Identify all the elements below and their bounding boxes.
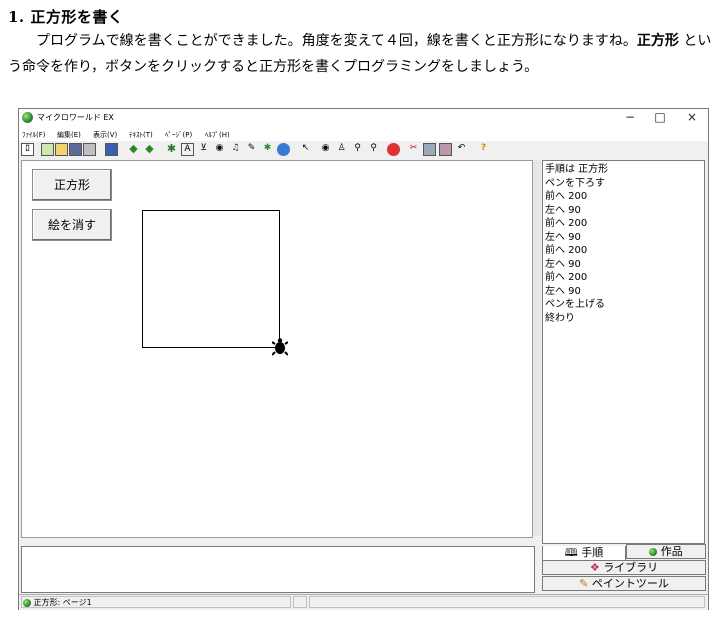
menu-page[interactable]: ﾍﾟｰｼﾞ(P) [165,130,192,140]
brush-icon: ✎ [579,577,589,590]
tab-library[interactable]: ❖ ライブラリ [542,560,706,575]
tab-paint-tool-label: ペイントツール [591,577,669,590]
procedure-line: 左へ 90 [545,204,581,216]
forward-icon[interactable]: ◆ [143,143,156,156]
globe-icon[interactable] [277,143,290,156]
status-bar: 正方形: ページ1 [19,594,708,610]
status-icon [23,598,31,607]
status-segment [293,596,307,608]
procedure-line: 前へ 200 [545,218,588,229]
doc-title: 1. 正方形を書く [8,8,124,26]
square-button[interactable]: 正方形 [32,169,112,201]
maximize-button[interactable]: □ [647,109,673,126]
slider-icon[interactable]: ⊻ [197,143,210,156]
app-window: マイクロワールド EX − □ × ﾌｧｲﾙ(F) 編集(E) 表示(V) ﾃｷ… [18,108,709,610]
works-icon [649,548,658,556]
procedure-line: 前へ 200 [545,272,588,283]
doc-paragraph: プログラムで線を書くことができました。角度を変えて４回，線を書くと正方形になりま… [8,28,720,80]
print-icon[interactable] [83,143,96,156]
eye-tool-icon[interactable]: ◉ [319,143,332,156]
cut-icon[interactable]: ✂ [407,143,420,156]
stop-icon[interactable] [387,143,400,156]
title-bar: マイクロワールド EX − □ × [19,109,708,126]
procedure-line: 前へ 200 [545,245,588,256]
menu-bar: ﾌｧｲﾙ(F) 編集(E) 表示(V) ﾃｷｽﾄ(T) ﾍﾟｰｼﾞ(P) ﾍﾙﾌ… [19,126,708,141]
menu-text[interactable]: ﾃｷｽﾄ(T) [129,130,153,140]
procedure-line: ペンを下ろす [545,177,605,189]
tab-procedures[interactable]: 🕮 手順 [542,546,626,561]
turtle-canvas[interactable]: 正方形 絵を消す [21,160,533,538]
toolbar: ﾛ ◆ ◆ ✱ A ⊻ ◉ ♫ ✎ ✱ ↖ ◉ ♙ ⚲ ⚲ ✂ ↶ ? [19,142,708,158]
status-segment [309,596,705,608]
undo-icon[interactable]: ↶ [455,143,468,156]
tab-procedures-label: 手順 [581,546,604,559]
status-page-segment: 正方形: ページ1 [21,596,291,608]
zoom-in-icon[interactable]: ⚲ [351,143,364,156]
open-icon[interactable] [55,143,68,156]
pointer-icon[interactable]: ↖ [299,143,312,156]
procedure-line: 左へ 90 [545,231,581,243]
procedure-line: ペンを上げる [545,299,605,310]
paint-icon[interactable]: ✎ [245,143,258,156]
shape-icon[interactable]: ✱ [261,143,274,156]
menu-edit[interactable]: 編集(E) [57,130,81,140]
new-icon[interactable] [41,143,54,156]
paste-icon[interactable] [439,143,452,156]
info-icon[interactable] [105,143,118,156]
tab-library-label: ライブラリ [603,561,659,574]
back-icon[interactable]: ◆ [127,143,140,156]
drawn-square [142,210,280,348]
tab-paint-tool[interactable]: ✎ ペイントツール [542,576,706,591]
zoom-out-icon[interactable]: ⚲ [367,143,380,156]
doc-paragraph-part1: プログラムで線を書くことができました。角度を変えて４回，線を書くと正方形になりま… [36,33,637,49]
save-icon[interactable] [69,143,82,156]
doc-paragraph-bold: 正方形 [636,33,679,49]
procedure-editor[interactable]: 手順は 正方形 ペンを下ろす 前へ 200 左へ 90 前へ 200 左へ 90… [542,160,705,544]
book-icon: 🕮 [564,546,578,559]
minimize-button[interactable]: − [617,109,643,126]
page-icon[interactable]: ﾛ [21,143,34,156]
tab-works[interactable]: 作品 [626,544,706,559]
close-button[interactable]: × [679,109,705,126]
tab-works-label: 作品 [660,545,683,558]
copy-icon[interactable] [423,143,436,156]
procedure-line: 左へ 90 [545,258,581,270]
turtle-icon[interactable] [272,338,288,356]
command-center[interactable] [21,546,535,593]
canvas-scrollbar[interactable] [533,160,541,536]
library-icon: ❖ [589,561,600,574]
stamp-icon[interactable]: ♙ [335,143,348,156]
eye-icon[interactable]: ◉ [213,143,226,156]
menu-file[interactable]: ﾌｧｲﾙ(F) [22,130,46,140]
clear-drawing-button[interactable]: 絵を消す [32,209,112,241]
music-icon[interactable]: ♫ [229,143,242,156]
help-icon[interactable]: ? [477,143,490,156]
menu-help[interactable]: ﾍﾙﾌﾟ(H) [205,130,230,140]
side-tabs: 🕮 手順 作品 ❖ ライブラリ ✎ ペイントツール [542,544,708,592]
procedure-line: 前へ 200 [545,191,588,202]
menu-view[interactable]: 表示(V) [93,130,117,140]
turtle-icon[interactable]: ✱ [165,143,178,156]
status-page-text: 正方形: ページ1 [33,598,92,607]
window-title: マイクロワールド EX [37,113,114,122]
app-icon [22,112,33,123]
procedure-line: 手順は 正方形 [545,164,609,175]
procedure-line: 終わり [545,312,575,324]
text-box-icon[interactable]: A [181,143,194,156]
procedure-line: 左へ 90 [545,285,581,297]
